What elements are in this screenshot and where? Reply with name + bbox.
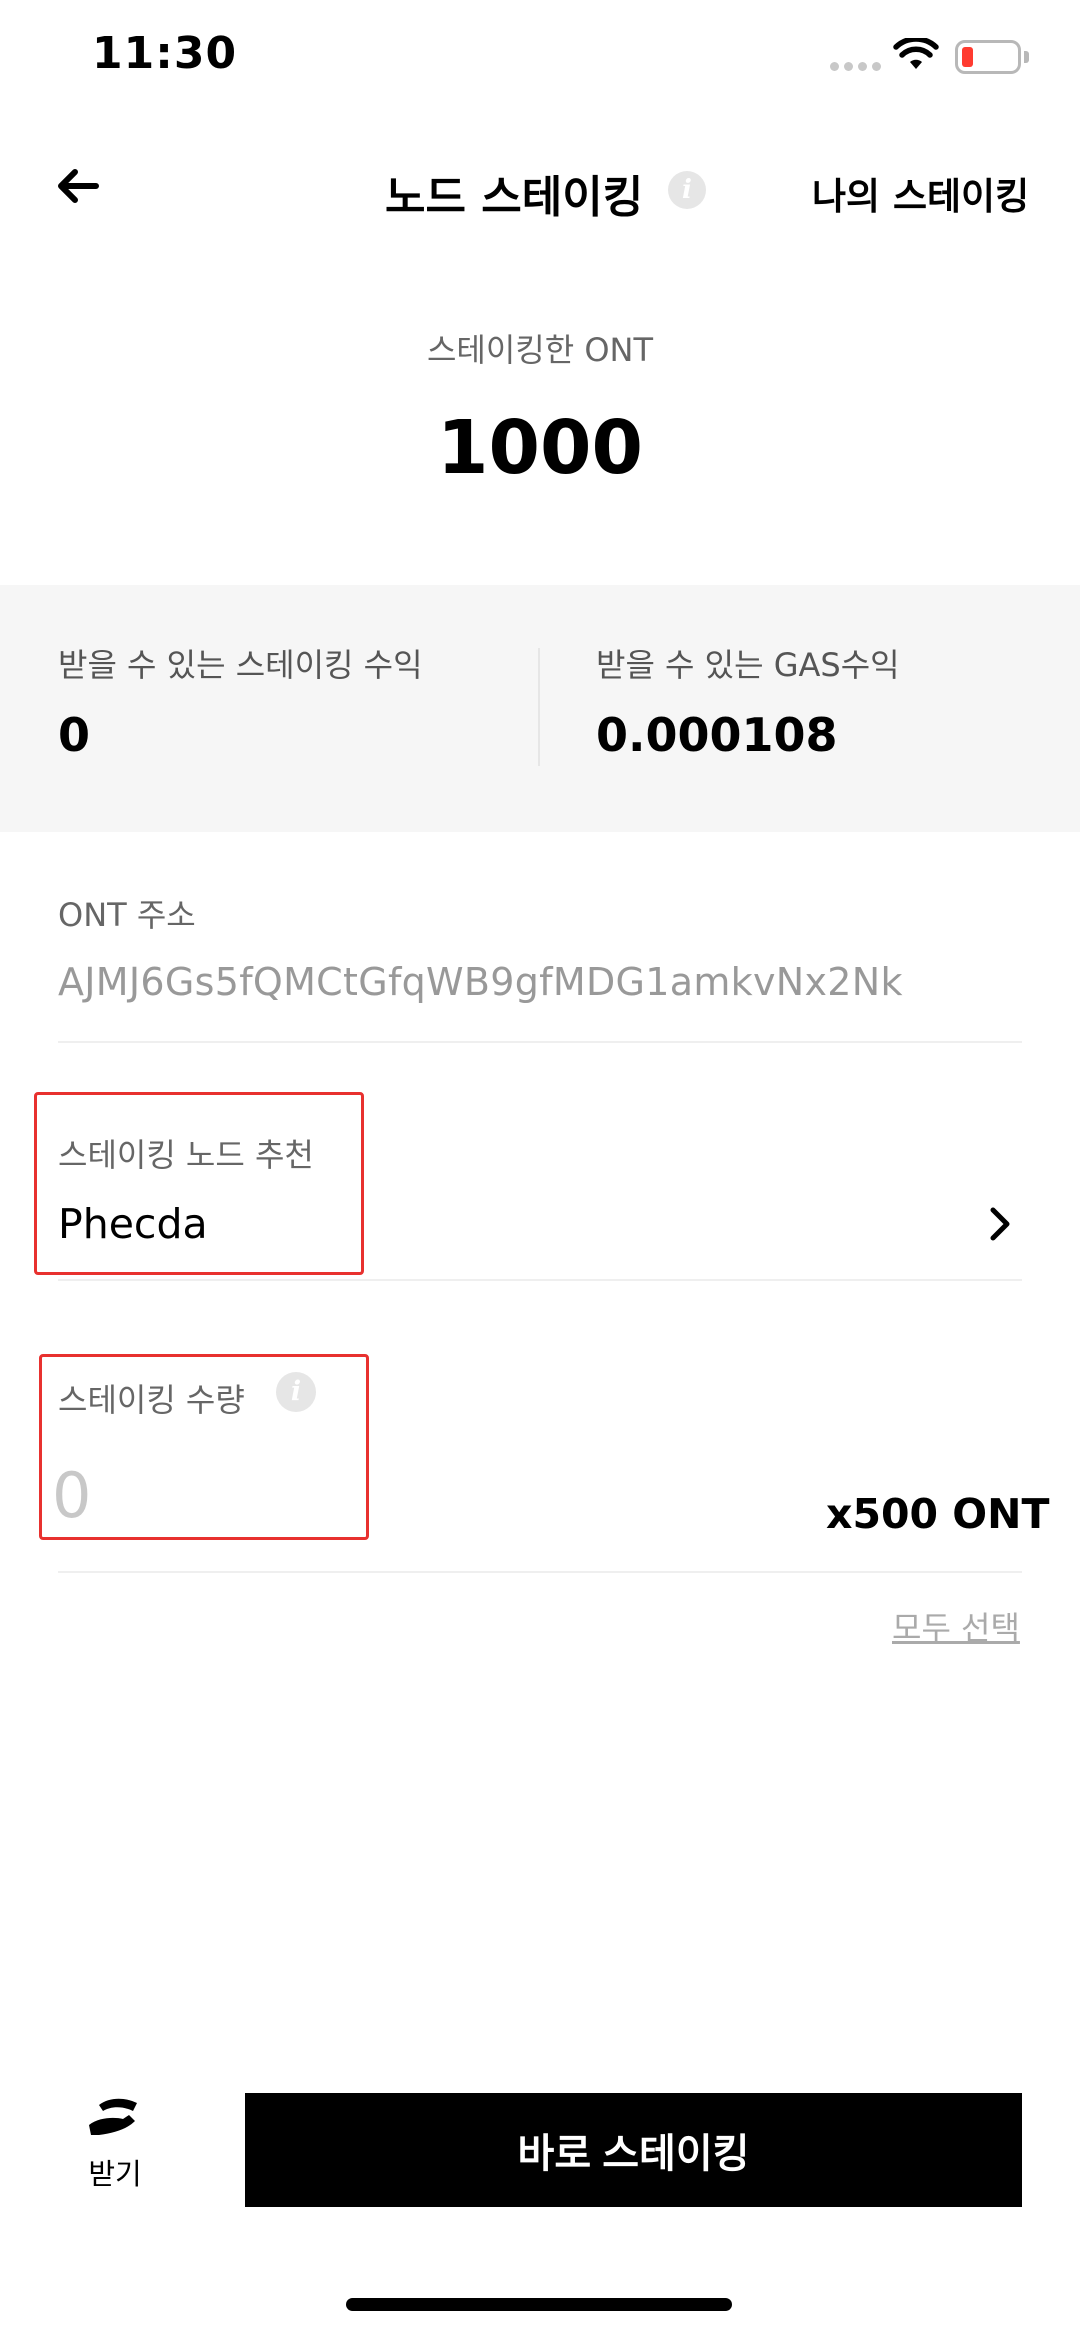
battery-icon (955, 40, 1021, 74)
staking-reward-value: 0 (58, 708, 91, 762)
gas-reward-label: 받을 수 있는 GAS수익 (596, 646, 900, 684)
my-staking-link[interactable]: 나의 스테이킹 (812, 166, 1029, 220)
info-icon[interactable]: i (668, 171, 706, 209)
node-label: 스테이킹 노드 추천 (58, 1136, 314, 1174)
battery-cap (1024, 51, 1029, 63)
staked-ont-value: 1000 (437, 405, 643, 491)
page-title: 노드 스테이킹 (385, 172, 644, 223)
status-time: 11:30 (92, 28, 238, 79)
chevron-right-icon[interactable] (988, 1206, 1012, 1246)
receive-hand-icon (89, 2098, 137, 2135)
arrow-left-icon (58, 169, 99, 203)
divider (58, 1279, 1022, 1281)
amount-label: 스테이킹 수량 (58, 1381, 245, 1419)
ont-address-label: ONT 주소 (58, 896, 196, 934)
wifi-icon (893, 36, 939, 76)
receive-button[interactable]: 받기 (70, 2095, 160, 2205)
divider (58, 1041, 1022, 1043)
ont-address-value: AJMJ6Gs5fQMCtGfqWB9gfMDG1amkvNx2Nk (58, 960, 903, 1004)
cellular-signal-icon (830, 62, 881, 71)
receive-label: 받기 (88, 2157, 142, 2191)
amount-input[interactable] (52, 1455, 312, 1535)
info-icon[interactable]: i (276, 1372, 316, 1412)
divider (58, 1571, 1022, 1573)
staking-reward-label: 받을 수 있는 스테이킹 수익 (58, 646, 423, 684)
gas-reward-value: 0.000108 (596, 708, 838, 762)
stake-now-button[interactable]: 바로 스테이킹 (245, 2093, 1022, 2207)
select-all-link[interactable]: 모두 선택 (892, 1603, 1020, 1649)
back-button[interactable] (52, 160, 104, 212)
rewards-panel (0, 585, 1080, 832)
home-indicator (346, 2298, 732, 2311)
node-value: Phecda (58, 1200, 208, 1248)
amount-unit: x500 ONT (826, 1490, 1050, 1538)
staked-ont-label: 스테이킹한 ONT (426, 331, 654, 369)
rewards-divider (538, 648, 540, 766)
